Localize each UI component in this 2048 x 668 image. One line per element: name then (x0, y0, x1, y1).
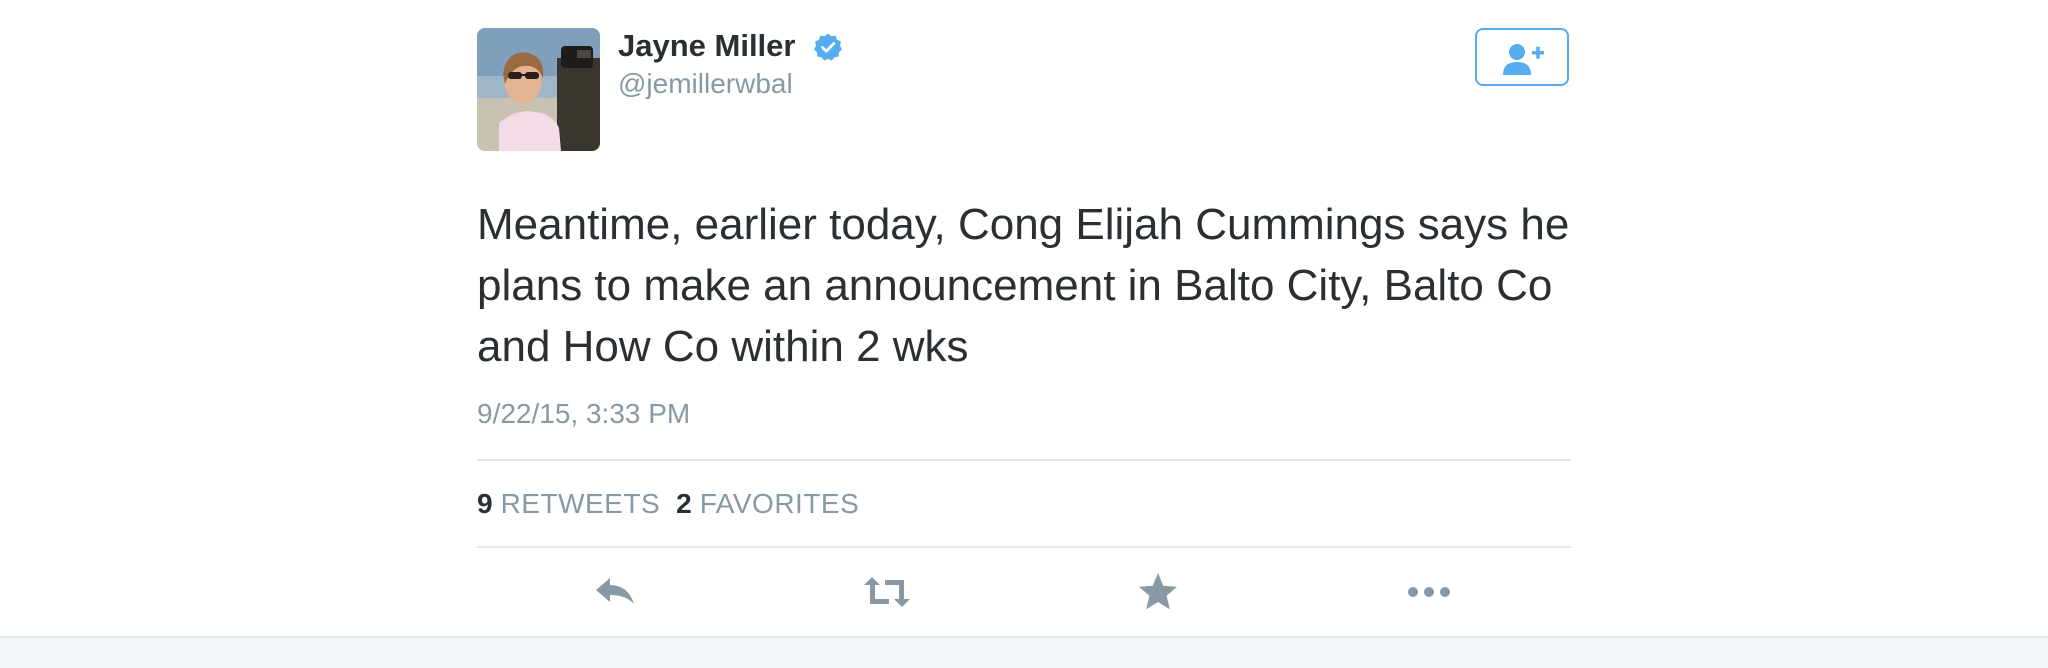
favorites-stat[interactable]: 2 FAVORITES (676, 486, 859, 522)
retweets-label: RETWEETS (500, 488, 661, 519)
tweet-text: Meantime, earlier today, Cong Elijah Cum… (477, 200, 1570, 371)
divider (477, 459, 1571, 461)
divider (477, 546, 1571, 548)
footer-bar (0, 636, 2048, 668)
retweet-icon (864, 577, 910, 607)
retweet-button[interactable] (863, 568, 911, 616)
tweet-card: Jayne Miller @jemillerwbal Meantime, ear… (477, 0, 1571, 636)
favorite-button[interactable] (1134, 568, 1182, 616)
tweet-timestamp[interactable]: 9/22/15, 3:33 PM (477, 396, 690, 432)
avatar[interactable] (477, 28, 600, 151)
favorites-count: 2 (676, 488, 692, 519)
follow-button[interactable] (1475, 28, 1569, 86)
retweets-count: 9 (477, 488, 493, 519)
tweet-actions (477, 568, 1571, 616)
reply-button[interactable] (592, 568, 640, 616)
more-icon (1408, 587, 1450, 597)
retweets-stat[interactable]: 9 RETWEETS (477, 486, 660, 522)
author-handle[interactable]: @jemillerwbal (618, 66, 793, 102)
reply-icon (596, 578, 634, 604)
favorites-label: FAVORITES (699, 488, 860, 519)
author-name[interactable]: Jayne Miller (618, 26, 795, 66)
verified-badge-icon (813, 32, 843, 62)
more-button[interactable] (1405, 568, 1453, 616)
tweet-stats: 9 RETWEETS 2 FAVORITES (477, 486, 859, 522)
follow-user-plus-icon (1503, 44, 1544, 75)
favorite-star-icon (1139, 573, 1177, 610)
